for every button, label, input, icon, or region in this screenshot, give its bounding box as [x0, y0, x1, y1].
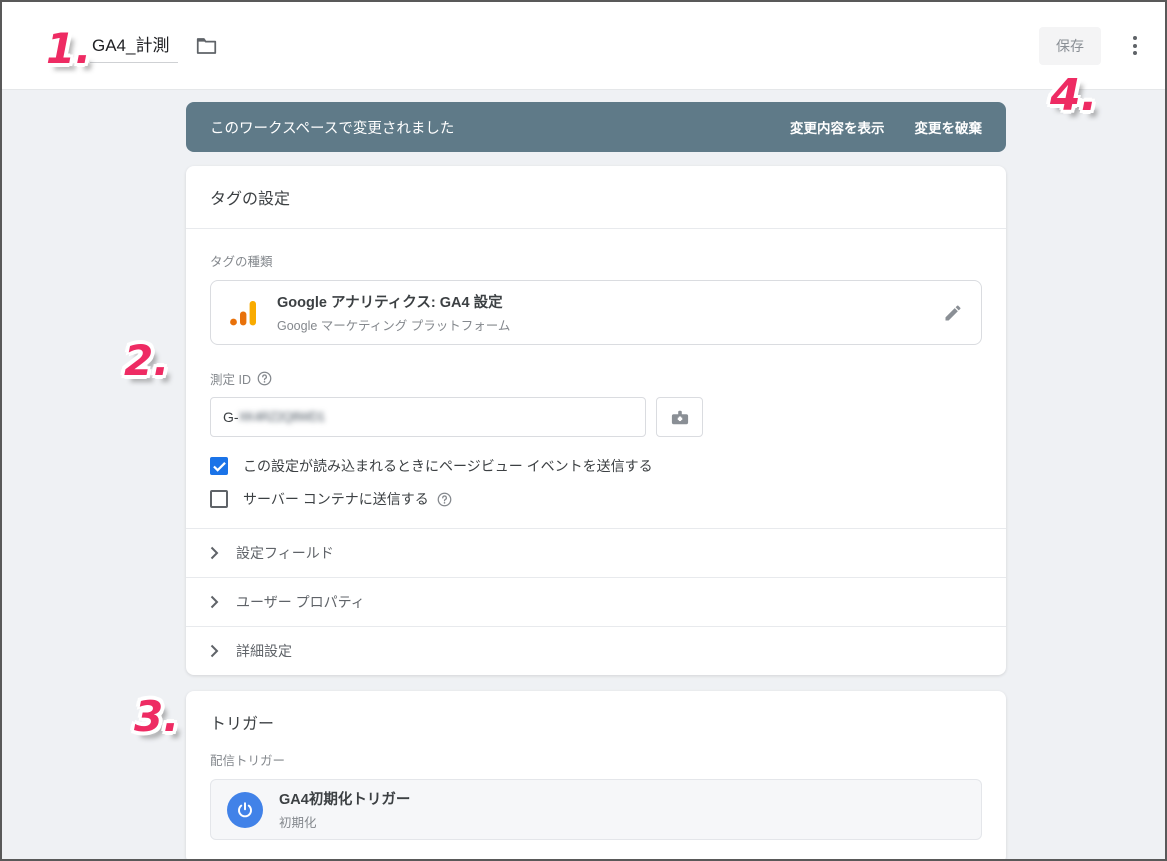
- folder-icon[interactable]: [196, 37, 217, 55]
- save-button[interactable]: 保存: [1039, 27, 1101, 65]
- pageview-checkbox-label: この設定が読み込まれるときにページビュー イベントを送信する: [243, 456, 653, 476]
- banner-message: このワークスペースで変更されました: [210, 117, 454, 138]
- measurement-id-section: 測定 ID G-XK4RZ2Q8WD1: [210, 369, 982, 509]
- server-container-label-text: サーバー コンテナに送信する: [243, 489, 429, 509]
- chevron-right-icon: [210, 595, 219, 609]
- main-column: このワークスペースで変更されました 変更内容を表示 変更を破棄 タグの設定 タグ…: [186, 102, 1006, 861]
- measurement-id-masked-value: XK4RZ2Q8WD1: [239, 410, 325, 424]
- expander-label: ユーザー プロパティ: [236, 592, 365, 612]
- expander-label: 詳細設定: [236, 641, 292, 661]
- trigger-name: GA4初期化トリガー: [279, 792, 410, 808]
- edit-tag-type-icon[interactable]: [943, 303, 963, 323]
- server-container-checkbox-label: サーバー コンテナに送信する: [243, 489, 452, 509]
- trigger-card-title: トリガー: [186, 691, 1006, 742]
- measurement-id-prefix: G-: [223, 409, 239, 425]
- show-changes-link[interactable]: 変更内容を表示: [790, 117, 885, 137]
- trigger-card: トリガー 配信トリガー GA4初期化トリガー 初期化: [186, 691, 1006, 861]
- help-icon[interactable]: [437, 492, 452, 507]
- gtm-tag-editor-window: GA4_計測 保存 このワークスペースで変更されました 変更内容を表示 変更を破…: [0, 0, 1167, 861]
- firing-triggers-label: 配信トリガー: [210, 750, 982, 769]
- tag-card-body: タグの種類 Google アナリティクス: GA4 設定 Google マーケテ…: [186, 229, 1006, 509]
- expander-user-properties[interactable]: ユーザー プロパティ: [186, 577, 1006, 626]
- discard-changes-link[interactable]: 変更を破棄: [915, 117, 983, 137]
- pageview-checkbox-row: この設定が読み込まれるときにページビュー イベントを送信する: [210, 456, 982, 476]
- chevron-right-icon: [210, 644, 219, 658]
- measurement-id-label-row: 測定 ID: [210, 369, 982, 388]
- expander-configuration-fields[interactable]: 設定フィールド: [186, 528, 1006, 577]
- chevron-right-icon: [210, 546, 219, 560]
- trigger-item[interactable]: GA4初期化トリガー 初期化: [210, 779, 982, 840]
- tag-configuration-card: タグの設定 タグの種類 Google アナリティクス: GA4 設定 Googl…: [186, 166, 1006, 675]
- expander-list: 設定フィールド ユーザー プロパティ 詳細設定: [186, 528, 1006, 675]
- tag-type-platform: Google マーケティング プラットフォーム: [277, 315, 510, 334]
- workspace-changed-banner: このワークスペースで変更されました 変更内容を表示 変更を破棄: [186, 102, 1006, 152]
- expander-advanced-settings[interactable]: 詳細設定: [186, 626, 1006, 675]
- server-container-checkbox[interactable]: [210, 490, 228, 508]
- annotation-step-2: 2.: [124, 340, 169, 382]
- trigger-type: 初期化: [279, 812, 410, 831]
- tag-name-field[interactable]: GA4_計測: [90, 29, 178, 63]
- help-icon[interactable]: [257, 371, 272, 386]
- tag-type-label: タグの種類: [210, 251, 982, 270]
- header: GA4_計測 保存: [2, 2, 1165, 90]
- more-menu-icon[interactable]: [1127, 30, 1143, 61]
- tag-type-selector[interactable]: Google アナリティクス: GA4 設定 Google マーケティング プラ…: [210, 280, 982, 345]
- measurement-id-row: G-XK4RZ2Q8WD1: [210, 397, 982, 437]
- variable-brick-icon: [669, 408, 691, 426]
- server-container-checkbox-row: サーバー コンテナに送信する: [210, 489, 982, 509]
- annotation-step-3: 3.: [134, 696, 179, 738]
- variable-picker-button[interactable]: [656, 397, 703, 437]
- banner-actions: 変更内容を表示 変更を破棄: [790, 117, 982, 137]
- trigger-card-body: 配信トリガー GA4初期化トリガー 初期化: [186, 742, 1006, 840]
- measurement-id-input[interactable]: G-XK4RZ2Q8WD1: [210, 397, 646, 437]
- tag-card-title: タグの設定: [186, 166, 1006, 229]
- measurement-id-label: 測定 ID: [210, 369, 251, 388]
- pageview-checkbox[interactable]: [210, 457, 228, 475]
- google-analytics-icon: [229, 299, 257, 327]
- trigger-text: GA4初期化トリガー 初期化: [279, 788, 410, 831]
- expander-label: 設定フィールド: [236, 543, 334, 563]
- tag-type-name: Google アナリティクス: GA4 設定: [277, 291, 510, 312]
- trigger-power-icon: [227, 792, 263, 828]
- tag-type-text: Google アナリティクス: GA4 設定 Google マーケティング プラ…: [277, 291, 510, 334]
